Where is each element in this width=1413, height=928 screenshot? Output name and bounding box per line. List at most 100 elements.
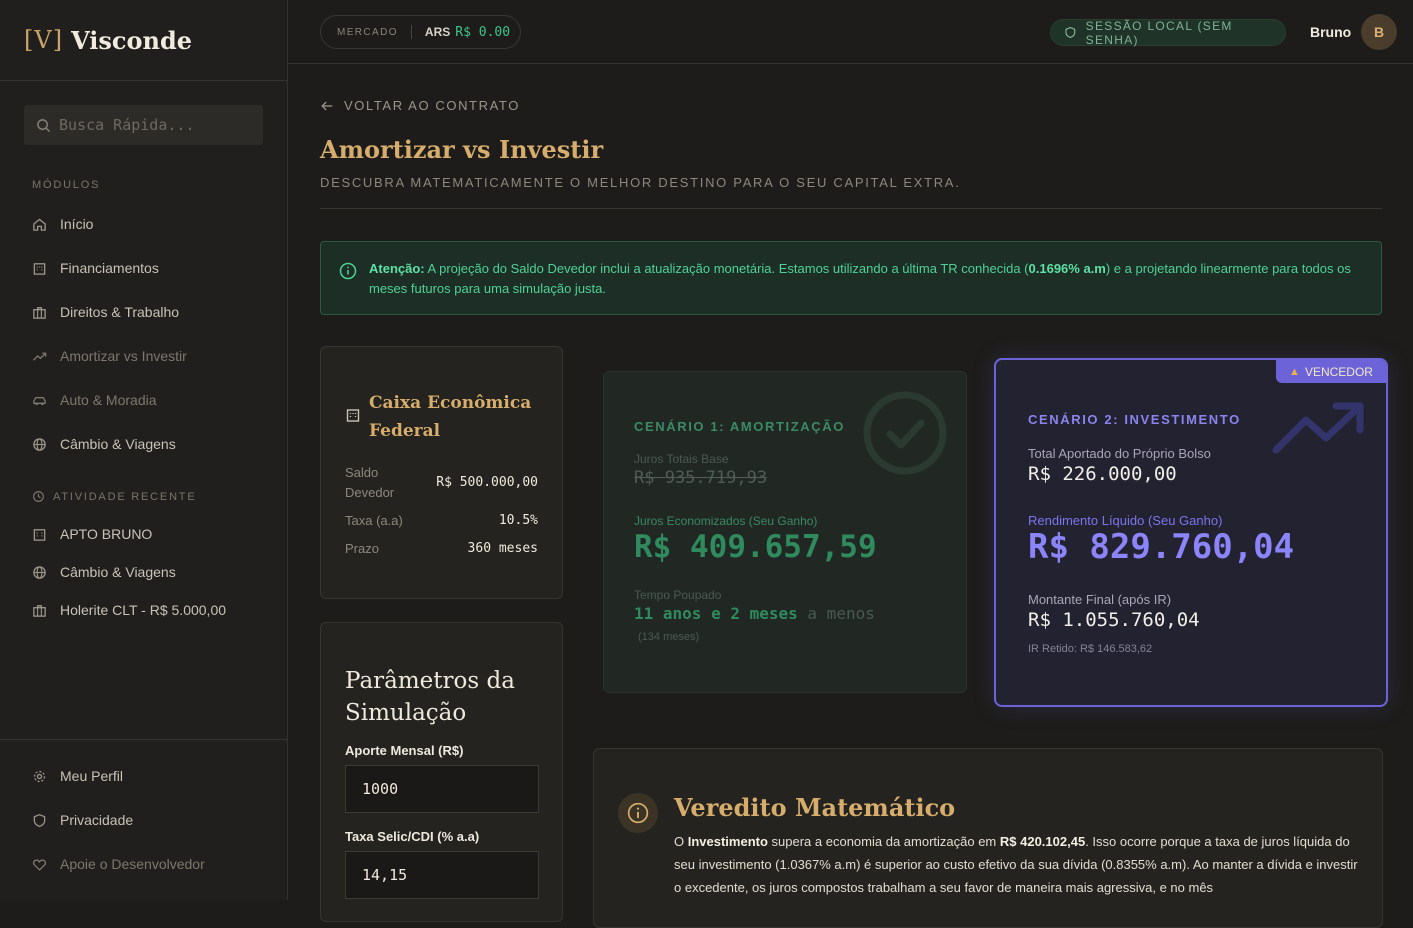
sidebar-item-direitos[interactable]: Direitos & Trabalho xyxy=(32,304,179,320)
saldo-value: R$ 500.000,00 xyxy=(436,475,538,490)
sidebar-item-label: Auto & Moradia xyxy=(60,392,157,408)
prazo-value: 360 meses xyxy=(467,541,538,556)
globe-icon xyxy=(33,437,46,451)
sidebar-item-amortizar[interactable]: Amortizar vs Investir xyxy=(32,348,187,364)
aporte-label: Aporte Mensal (R$) xyxy=(345,743,464,758)
sidebar-item-label: Amortizar vs Investir xyxy=(60,348,187,364)
sidebar-item-financiamentos[interactable]: Financiamentos xyxy=(32,260,159,276)
sidebar-item-privacidade[interactable]: Privacidade xyxy=(32,812,133,828)
market-divider xyxy=(410,25,412,39)
verdict-title: Veredito Matemático xyxy=(674,793,956,822)
selic-label: Taxa Selic/CDI (% a.a) xyxy=(345,829,480,844)
sidebar-item-inicio[interactable]: Início xyxy=(32,216,93,232)
back-to-contract-link[interactable]: VOLTAR AO CONTRATO xyxy=(320,98,520,113)
trophy-icon: ▲ xyxy=(1289,365,1300,378)
recent-item-label: Câmbio & Viagens xyxy=(60,564,176,580)
sidebar-item-label: Privacidade xyxy=(60,812,134,828)
scenario-investment-card: ▲ VENCEDOR CENÁRIO 2: INVESTIMENTO Total … xyxy=(994,358,1388,707)
sidebar: [V] Visconde MÓDULOS Início Financiament… xyxy=(0,0,288,900)
info-icon xyxy=(618,793,658,833)
alert-text-1: A projeção do Saldo Devedor inclui a atu… xyxy=(424,261,1029,276)
verdict-card: Veredito Matemático O Investimento super… xyxy=(593,748,1383,928)
user-name[interactable]: Bruno xyxy=(1310,24,1351,40)
verdict-b2: R$ 420.102,45 xyxy=(999,834,1086,849)
winner-label: VENCEDOR xyxy=(1304,364,1373,379)
sidebar-item-cambio[interactable]: Câmbio & Viagens xyxy=(32,436,176,452)
alert-bold: Atenção: xyxy=(369,261,425,276)
recent-item-cambio[interactable]: Câmbio & Viagens xyxy=(32,564,176,580)
verdict-text: O Investimento supera a economia da amor… xyxy=(674,830,1364,899)
recent-section-label: ATIVIDADE RECENTE xyxy=(32,490,196,503)
arrow-left-icon xyxy=(321,101,333,110)
market-rate-pill[interactable]: MERCADO ARS R$ 0.00 xyxy=(320,15,521,49)
taxa-label: Taxa (a.a) xyxy=(345,513,403,528)
scenario-amortization-card: CENÁRIO 1: AMORTIZAÇÃO Juros Totais Base… xyxy=(603,371,967,693)
car-icon xyxy=(33,396,46,405)
saved-interest-label: Juros Economizados (Seu Ganho) xyxy=(634,514,818,528)
quick-search[interactable] xyxy=(24,105,263,145)
home-icon xyxy=(33,218,46,231)
final-amount-label: Montante Final (após IR) xyxy=(1028,592,1172,607)
verdict-t1: O xyxy=(674,834,688,849)
sidebar-item-auto[interactable]: Auto & Moradia xyxy=(32,392,157,408)
saldo-label: Saldo Devedor xyxy=(345,465,395,500)
globe-icon xyxy=(33,565,46,579)
scenario2-title: CENÁRIO 2: INVESTIMENTO xyxy=(1028,412,1241,427)
sidebar-item-label: Financiamentos xyxy=(60,260,159,276)
search-input[interactable] xyxy=(59,116,249,134)
selic-input[interactable] xyxy=(345,851,539,899)
final-amount-value: R$ 1.055.760,04 xyxy=(1028,609,1200,631)
months-total: (134 meses) xyxy=(638,631,700,643)
aporte-input[interactable] xyxy=(345,765,539,813)
topbar: MERCADO ARS R$ 0.00 SESSÃO LOCAL (SEM SE… xyxy=(288,0,1413,64)
sidebar-item-perfil[interactable]: Meu Perfil xyxy=(32,768,123,784)
back-link-label: VOLTAR AO CONTRATO xyxy=(344,98,520,113)
base-interest-label: Juros Totais Base xyxy=(634,452,729,466)
base-interest-value: R$ 935.719,93 xyxy=(634,468,768,488)
building-icon xyxy=(346,409,360,422)
contrib-label: Total Aportado do Próprio Bolso xyxy=(1028,446,1211,461)
trending-up-icon xyxy=(1272,402,1364,454)
saved-interest-value: R$ 409.657,59 xyxy=(634,529,877,565)
brand-logo[interactable]: [V] Visconde xyxy=(0,0,287,81)
heart-icon xyxy=(32,858,47,871)
bank-name: Caixa Econômica Federal xyxy=(369,393,532,441)
contract-summary-card: Caixa Econômica Federal Saldo Devedor R$… xyxy=(320,346,563,599)
modules-section-label: MÓDULOS xyxy=(32,179,101,191)
page-subtitle: DESCUBRA MATEMATICAMENTE O MELHOR DESTIN… xyxy=(320,175,961,190)
yield-value: R$ 829.760,04 xyxy=(1028,527,1295,567)
prazo-label: Prazo xyxy=(345,541,379,556)
yield-label: Rendimento Líquido (Seu Ganho) xyxy=(1028,513,1223,528)
time-and: e xyxy=(701,604,731,623)
alert-rate: 0.1696% a.m xyxy=(1028,261,1106,276)
recent-item-holerite[interactable]: Holerite CLT - R$ 5.000,00 xyxy=(32,602,226,618)
market-rate: R$ 0.00 xyxy=(455,24,511,40)
time-years: 11 anos xyxy=(634,604,702,623)
recent-item-label: Holerite CLT - R$ 5.000,00 xyxy=(60,602,227,618)
time-saved-value: 11 anos e 2 meses a menos xyxy=(634,604,875,623)
sidebar-item-label: Câmbio & Viagens xyxy=(60,436,176,452)
verdict-b1: Investimento xyxy=(687,834,768,849)
recent-label-text: ATIVIDADE RECENTE xyxy=(53,490,197,503)
avatar[interactable]: B xyxy=(1361,14,1397,50)
scenario1-title: CENÁRIO 1: AMORTIZAÇÃO xyxy=(634,419,845,434)
winner-badge: ▲ VENCEDOR xyxy=(1276,360,1386,383)
page-title: Amortizar vs Investir xyxy=(320,135,604,164)
taxa-value: 10.5% xyxy=(498,513,538,528)
recent-item-apto[interactable]: APTO BRUNO xyxy=(32,526,152,542)
gear-icon xyxy=(33,770,46,782)
recent-item-label: APTO BRUNO xyxy=(60,526,153,542)
sidebar-item-label: Apoie o Desenvolvedor xyxy=(60,856,205,872)
time-less: a menos xyxy=(797,604,875,623)
alert-text: Atenção: A projeção do Saldo Devedor inc… xyxy=(369,259,1364,299)
clock-icon xyxy=(33,491,44,502)
brand-name: Visconde xyxy=(71,25,193,55)
search-icon xyxy=(37,118,51,132)
contrib-value: R$ 226.000,00 xyxy=(1028,463,1177,485)
simulation-params-card: Parâmetros da Simulação Aporte Mensal (R… xyxy=(320,622,563,922)
sidebar-item-label: Direitos & Trabalho xyxy=(60,304,180,320)
sidebar-item-apoie[interactable]: Apoie o Desenvolvedor xyxy=(32,856,205,872)
tr-alert: Atenção: A projeção do Saldo Devedor inc… xyxy=(320,241,1382,315)
session-label: SESSÃO LOCAL (SEM SENHA) xyxy=(1085,18,1233,47)
shield-icon xyxy=(33,813,46,827)
